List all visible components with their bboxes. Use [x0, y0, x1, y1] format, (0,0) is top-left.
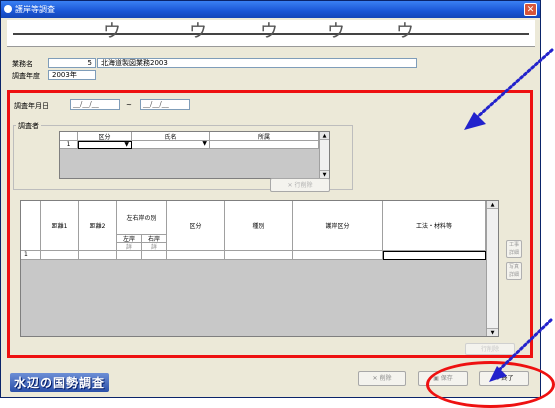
main-sub-right-detail: 詳 [142, 243, 167, 251]
app-icon [4, 5, 12, 13]
project-label: 業務名 [12, 60, 33, 68]
delete-row-button[interactable]: ✕ 行削除 [270, 178, 330, 192]
scroll-up-icon[interactable]: ▲ [487, 201, 498, 209]
main-cell-left-bank[interactable] [117, 251, 142, 260]
delete-row-label: 行削除 [294, 182, 313, 189]
main-corner [21, 201, 41, 251]
annotation-arrow-top [464, 48, 554, 130]
main-scrollbar[interactable]: ▲ ▼ [486, 201, 498, 336]
survey-date-label: 調査年月日 [14, 102, 49, 110]
main-col-revetment: 護岸区分 [293, 201, 383, 251]
main-col-distance1: 距離1 [41, 201, 79, 251]
title-bar: 護岸等調査 ✕ [1, 1, 540, 18]
photo-detail-button[interactable]: 写真 詳細 [506, 262, 522, 280]
project-number-field: 5 [48, 58, 96, 68]
window-title: 護岸等調査 [15, 5, 55, 14]
survey-date-from[interactable]: __/__/__ [70, 99, 120, 110]
year-field: 2003年 [48, 70, 96, 80]
main-cell-distance2[interactable] [79, 251, 117, 260]
surveyor-name-select[interactable]: ▼ [132, 140, 210, 149]
surveyor-corner [60, 132, 78, 141]
main-col-distance2: 距離2 [79, 201, 117, 251]
survey-date-to[interactable]: __/__/__ [140, 99, 190, 110]
dropdown-arrow-icon: ▼ [202, 140, 207, 147]
ring-glyph: ウ [189, 21, 207, 42]
surveyor-affiliation-cell[interactable] [210, 141, 319, 149]
ring-glyph: ウ [103, 21, 121, 42]
main-cell-right-bank[interactable] [142, 251, 167, 260]
main-cell-type[interactable] [225, 251, 293, 260]
main-row-number: 1 [21, 251, 41, 260]
ring-glyph: ウ [396, 21, 414, 42]
main-col-bank-side: 左右岸の別 [117, 201, 167, 235]
surveyor-grid: 区分 氏名 所属 1 ▼ ▼ ▲ ▼ [59, 131, 330, 179]
main-col-type: 種別 [225, 201, 293, 251]
surveyor-scrollbar[interactable]: ▲ ▼ [319, 132, 329, 178]
main-col-method: 工法・材料等 [383, 201, 486, 251]
surveyor-kubun-select[interactable]: ▼ [78, 141, 132, 149]
ring-glyph: ウ [327, 21, 345, 42]
main-cell-distance1[interactable] [41, 251, 79, 260]
delete-label: 削除 [379, 375, 392, 382]
main-col-kubun: 区分 [167, 201, 225, 251]
main-grid: 距離1 距離2 左右岸の別 左岸 右岸 詳 詳 区分 種別 護岸区分 工法・材料… [20, 200, 499, 337]
project-name-field: 北海道製図業務2003 [97, 58, 417, 68]
main-cell-revetment[interactable] [293, 251, 383, 260]
scroll-up-icon[interactable]: ▲ [320, 132, 329, 140]
surveyor-col-affiliation: 所属 [210, 132, 319, 141]
annotation-arrow-bottom [489, 318, 553, 382]
ring-binder-decoration: ウ ウ ウ ウ ウ [7, 20, 535, 47]
scroll-down-icon[interactable]: ▼ [320, 170, 329, 178]
surveyor-label: 調査者 [16, 121, 41, 131]
construction-detail-button[interactable]: 工事 詳細 [506, 240, 522, 258]
surveyor-col-name: 氏名 [132, 132, 210, 141]
main-sub-left-detail: 詳 [117, 243, 142, 251]
delete-button[interactable]: ✕ 削除 [358, 371, 406, 386]
main-cell-kubun[interactable] [167, 251, 225, 260]
date-separator: ~ [126, 101, 132, 109]
main-cell-method[interactable] [383, 251, 486, 260]
dropdown-arrow-icon: ▼ [124, 141, 129, 148]
surveyor-row-number: 1 [60, 141, 78, 149]
year-label: 調査年度 [12, 72, 40, 80]
ring-glyph: ウ [260, 21, 278, 42]
close-button[interactable]: ✕ [524, 3, 537, 16]
brand-logo: 水辺の国勢調査 [10, 373, 110, 392]
surveyor-col-kubun: 区分 [78, 132, 132, 141]
